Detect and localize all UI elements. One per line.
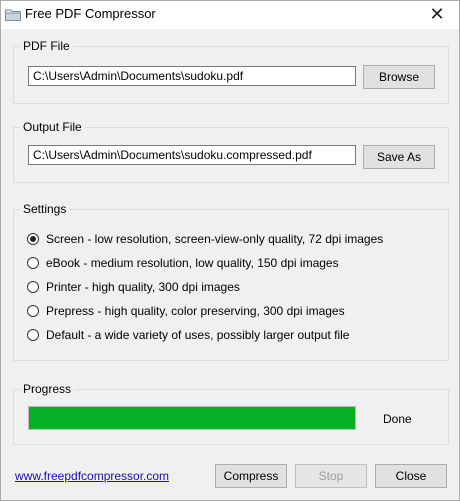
output-file-path-input[interactable]: C:\Users\Admin\Documents\sudoku.compress… [28,145,356,165]
radio-screen[interactable]: Screen - low resolution, screen-view-onl… [27,230,383,248]
progress-bar-fill [29,407,355,429]
progress-group-label: Progress [20,382,75,396]
close-button[interactable]: Close [375,464,447,488]
radio-button[interactable] [27,233,39,245]
website-link[interactable]: www.freepdfcompressor.com [15,469,169,483]
radio-default[interactable]: Default - a wide variety of uses, possib… [27,326,349,344]
radio-label-printer: Printer - high quality, 300 dpi images [46,280,240,294]
title-bar: Free PDF Compressor ✕ [1,1,459,29]
folder-icon [5,9,21,21]
radio-button[interactable] [27,305,39,317]
compress-button[interactable]: Compress [215,464,287,488]
radio-label-default: Default - a wide variety of uses, possib… [46,328,350,342]
settings-group-label: Settings [20,202,70,216]
radio-label-screen: Screen - low resolution, screen-view-onl… [46,232,384,246]
app-window: Free PDF Compressor ✕ PDF File C:\Users\… [0,0,460,501]
close-window-icon[interactable]: ✕ [419,1,455,28]
output-file-group-label: Output File [20,120,85,134]
pdf-file-path-input[interactable]: C:\Users\Admin\Documents\sudoku.pdf [28,66,356,86]
progress-bar [28,406,356,430]
stop-button[interactable]: Stop [295,464,367,488]
progress-status: Done [383,412,412,426]
radio-button[interactable] [27,281,39,293]
radio-button[interactable] [27,257,39,269]
save-as-button[interactable]: Save As [363,145,435,169]
radio-label-ebook: eBook - medium resolution, low quality, … [46,256,339,270]
radio-label-prepress: Prepress - high quality, color preservin… [46,304,345,318]
browse-button[interactable]: Browse [363,65,435,89]
radio-printer[interactable]: Printer - high quality, 300 dpi images [27,278,240,296]
window-title: Free PDF Compressor [25,6,156,21]
pdf-file-group-label: PDF File [20,39,73,53]
radio-ebook[interactable]: eBook - medium resolution, low quality, … [27,254,339,272]
radio-button[interactable] [27,329,39,341]
radio-prepress[interactable]: Prepress - high quality, color preservin… [27,302,345,320]
